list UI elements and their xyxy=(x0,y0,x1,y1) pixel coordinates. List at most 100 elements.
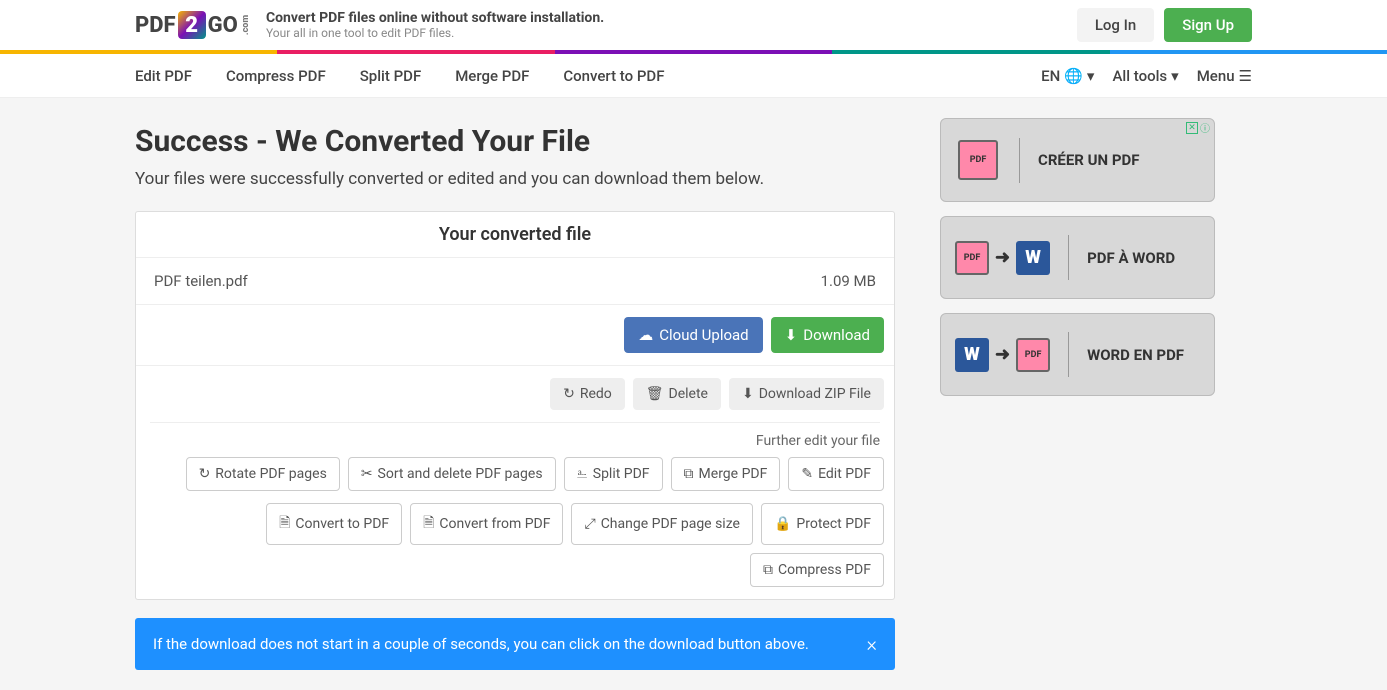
rotate-button[interactable]: ↻ Rotate PDF pages xyxy=(186,457,340,491)
download-button[interactable]: ⬇ Download xyxy=(771,317,884,353)
compress-icon: ⧉ xyxy=(763,562,773,578)
split-button[interactable]: ⎁ Split PDF xyxy=(564,457,663,491)
ad-divider xyxy=(1068,235,1069,280)
nav-all-tools[interactable]: All tools ▾ xyxy=(1112,67,1178,85)
file-size: 1.09 MB xyxy=(821,272,876,290)
cloud-upload-label: Cloud Upload xyxy=(659,326,748,344)
logo[interactable]: PDF 2 GO .com xyxy=(135,11,256,39)
globe-icon: 🌐 xyxy=(1064,67,1083,85)
redo-label: Redo xyxy=(580,386,612,402)
merge-icon: ⧉ xyxy=(684,466,694,482)
word-icon: W xyxy=(955,338,989,372)
nav-bar: Edit PDF Compress PDF Split PDF Merge PD… xyxy=(0,54,1387,98)
page-title: Success - We Converted Your File xyxy=(135,124,895,159)
secondary-action-row: ↻ Redo 🗑 Delete ⬇ Download ZIP File xyxy=(136,366,894,422)
tool-row-1: ↻ Rotate PDF pages ✂ Sort and delete PDF… xyxy=(136,457,894,503)
tool-row-2: 🗎 Convert to PDF 🗎 Convert from PDF ⤢ Ch… xyxy=(136,503,894,599)
lock-icon: 🔒 xyxy=(774,516,791,532)
download-zip-label: Download ZIP File xyxy=(759,386,871,402)
split-icon: ⎁ xyxy=(577,466,588,482)
nav-lang-label: EN xyxy=(1041,67,1060,85)
alert-close-button[interactable]: × xyxy=(867,632,877,656)
further-edit-label: Further edit your file xyxy=(136,423,894,457)
ad-card-3[interactable]: W ➜ PDF WORD EN PDF xyxy=(940,313,1215,396)
file-icon: 🗎 xyxy=(279,512,290,536)
edit-icon: ✎ xyxy=(801,466,813,482)
tagline-sub: Your all in one tool to edit PDF files. xyxy=(266,26,604,40)
redo-icon: ↻ xyxy=(563,386,575,402)
merge-button[interactable]: ⧉ Merge PDF xyxy=(671,457,781,491)
nav-compress-pdf[interactable]: Compress PDF xyxy=(226,67,326,85)
scissors-icon: ✂ xyxy=(361,466,373,482)
ad-card-2[interactable]: PDF ➜ W PDF À WORD xyxy=(940,216,1215,299)
pdf-icon: PDF xyxy=(955,241,989,275)
ad-info-icon[interactable]: ⓘ xyxy=(1200,120,1210,135)
trash-icon: 🗑 xyxy=(646,386,664,402)
ad-text-2: PDF À WORD xyxy=(1087,249,1175,267)
compress-button[interactable]: ⧉ Compress PDF xyxy=(750,553,884,587)
change-size-button[interactable]: ⤢ Change PDF page size xyxy=(571,503,753,545)
auth-buttons: Log In Sign Up xyxy=(1077,8,1252,42)
resize-icon: ⤢ xyxy=(584,516,595,532)
file-icon: 🗎 xyxy=(423,512,434,536)
tagline: Convert PDF files online without softwar… xyxy=(266,10,604,40)
logo-pdf: PDF xyxy=(135,13,176,38)
edit-button[interactable]: ✎ Edit PDF xyxy=(788,457,884,491)
sort-delete-button[interactable]: ✂ Sort and delete PDF pages xyxy=(348,457,556,491)
alert-text: If the download does not start in a coup… xyxy=(153,635,809,653)
logo-go: GO xyxy=(208,13,238,38)
file-row: PDF teilen.pdf 1.09 MB xyxy=(136,258,894,305)
ad-icon-group: W ➜ PDF xyxy=(955,338,1050,372)
top-bar: PDF 2 GO .com Convert PDF files online w… xyxy=(0,0,1387,50)
rainbow-divider xyxy=(0,50,1387,54)
redo-button[interactable]: ↻ Redo xyxy=(550,378,625,410)
cloud-upload-button[interactable]: ☁ Cloud Upload xyxy=(624,317,762,353)
tagline-title: Convert PDF files online without softwar… xyxy=(266,10,604,26)
pdf-icon: PDF xyxy=(958,140,998,180)
ad-text-1: CRÉER UN PDF xyxy=(1038,151,1139,169)
login-button[interactable]: Log In xyxy=(1077,8,1154,42)
ad-divider xyxy=(1068,332,1069,377)
ad-card-1[interactable]: ✕ ⓘ PDF CRÉER UN PDF xyxy=(940,118,1215,202)
file-panel: Your converted file PDF teilen.pdf 1.09 … xyxy=(135,211,895,600)
protect-button[interactable]: 🔒 Protect PDF xyxy=(761,503,884,545)
nav-edit-pdf[interactable]: Edit PDF xyxy=(135,67,192,85)
word-icon: W xyxy=(1016,241,1050,275)
arrow-icon: ➜ xyxy=(995,247,1010,268)
nav-split-pdf[interactable]: Split PDF xyxy=(360,67,422,85)
primary-action-row: ☁ Cloud Upload ⬇ Download xyxy=(136,305,894,366)
chevron-down-icon: ▾ xyxy=(1087,67,1095,85)
nav-all-tools-label: All tools xyxy=(1112,67,1167,85)
ad-badge[interactable]: ✕ ⓘ xyxy=(1186,120,1210,135)
nav-left: Edit PDF Compress PDF Split PDF Merge PD… xyxy=(135,66,695,85)
chevron-down-icon: ▾ xyxy=(1171,67,1179,85)
ad-divider xyxy=(1019,138,1020,183)
convert-from-button[interactable]: 🗎 Convert from PDF xyxy=(410,503,563,545)
logo-com: .com xyxy=(241,15,251,35)
download-alert: If the download does not start in a coup… xyxy=(135,618,895,670)
download-label: Download xyxy=(803,326,870,344)
hamburger-icon: ☰ xyxy=(1239,67,1252,85)
nav-merge-pdf[interactable]: Merge PDF xyxy=(455,67,529,85)
nav-menu-label: Menu xyxy=(1197,67,1235,85)
ad-icon-group: PDF ➜ W xyxy=(955,241,1050,275)
download-icon: ⬇ xyxy=(785,326,798,344)
ad-icon-pdf: PDF xyxy=(955,137,1001,183)
nav-lang[interactable]: EN 🌐 ▾ xyxy=(1041,67,1094,85)
delete-button[interactable]: 🗑 Delete xyxy=(633,378,721,410)
container: Success - We Converted Your File Your fi… xyxy=(0,98,1387,690)
arrow-icon: ➜ xyxy=(995,344,1010,365)
logo-2: 2 xyxy=(178,11,206,39)
ad-close-icon[interactable]: ✕ xyxy=(1186,122,1198,134)
download-icon: ⬇ xyxy=(742,386,754,402)
page-subtitle: Your files were successfully converted o… xyxy=(135,169,895,189)
nav-menu[interactable]: Menu ☰ xyxy=(1197,67,1252,85)
rotate-icon: ↻ xyxy=(199,466,211,482)
download-zip-button[interactable]: ⬇ Download ZIP File xyxy=(729,378,884,410)
convert-to-button[interactable]: 🗎 Convert to PDF xyxy=(266,503,402,545)
main-column: Success - We Converted Your File Your fi… xyxy=(135,118,895,670)
signup-button[interactable]: Sign Up xyxy=(1164,8,1252,42)
nav-convert-to-pdf[interactable]: Convert to PDF xyxy=(563,67,664,85)
delete-label: Delete xyxy=(669,386,708,402)
ad-sidebar: ✕ ⓘ PDF CRÉER UN PDF PDF ➜ W PDF À WORD … xyxy=(940,118,1215,670)
